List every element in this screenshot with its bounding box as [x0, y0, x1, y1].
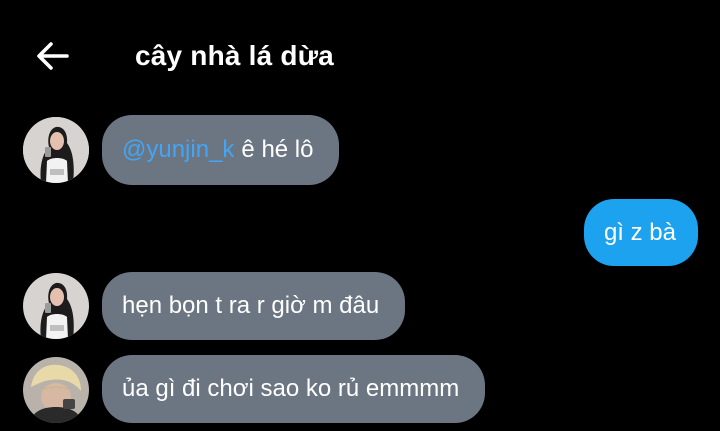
message-bubble-incoming[interactable]: @yunjin_k ê hé lô — [102, 115, 340, 185]
user-avatar-2-icon — [23, 357, 89, 423]
chat-screen: cây nhà lá dừa @yunjin_k ê hé lô gì z bà — [0, 0, 720, 431]
message-bubble-incoming[interactable]: ủa gì đi chơi sao ko rủ emmmm — [102, 355, 486, 423]
message-row: ủa gì đi chơi sao ko rủ emmmm — [0, 355, 720, 431]
user-mention-link[interactable]: @yunjin_k — [122, 136, 234, 164]
message-text: ê hé lô — [241, 136, 314, 163]
message-text: ủa gì đi chơi sao ko rủ emmmm — [122, 375, 460, 402]
message-row: hẹn bọn t ra r giờ m đâu — [0, 272, 720, 344]
chat-header: cây nhà lá dừa — [0, 0, 720, 110]
message-row: gì z bà — [0, 199, 720, 267]
message-bubble-outgoing[interactable]: gì z bà — [583, 199, 698, 266]
message-text: hẹn bọn t ra r giờ m đâu — [122, 292, 380, 319]
arrow-left-icon — [37, 42, 69, 70]
user-avatar-1-icon — [23, 117, 89, 183]
user-avatar-1-icon — [23, 273, 89, 339]
chat-title: cây nhà lá dừa — [135, 40, 334, 71]
avatar[interactable] — [23, 117, 89, 183]
avatar[interactable] — [23, 357, 89, 423]
message-bubble-incoming[interactable]: hẹn bọn t ra r giờ m đâu — [102, 272, 406, 340]
back-button[interactable] — [32, 36, 74, 76]
avatar[interactable] — [23, 273, 89, 339]
message-text: gì z bà — [603, 218, 676, 246]
message-row: @yunjin_k ê hé lô — [0, 115, 720, 187]
